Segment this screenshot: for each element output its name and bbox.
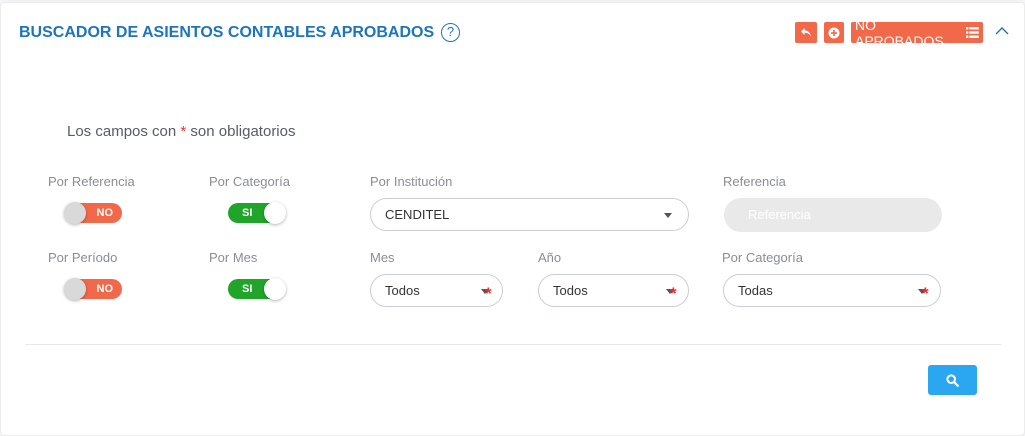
mes-select[interactable]: Todos * <box>370 274 503 307</box>
institucion-select[interactable]: CENDITEL <box>370 198 689 231</box>
anio-label: Año <box>538 250 562 265</box>
mes-value: Todos <box>385 283 420 298</box>
por-categoria-label: Por Categoría <box>209 174 290 189</box>
search-card: BUSCADOR DE ASIENTOS CONTABLES APROBADOS… <box>0 2 1025 436</box>
referencia-input: Referencia <box>724 198 942 232</box>
back-button[interactable] <box>795 22 817 43</box>
por-institucion-label: Por Institución <box>370 174 453 189</box>
por-referencia-label: Por Referencia <box>48 174 135 189</box>
required-note: Los campos con * son obligatorios <box>67 123 296 140</box>
page-title: BUSCADOR DE ASIENTOS CONTABLES APROBADOS <box>19 24 435 41</box>
referencia-label: Referencia <box>723 174 786 189</box>
required-star: * <box>670 284 677 303</box>
por-mes-label: Por Mes <box>209 250 258 265</box>
categoria-select-label: Por Categoría <box>722 250 803 265</box>
no-aprobados-button[interactable]: NO APROBADOS <box>851 17 983 49</box>
no-aprobados-label: NO APROBADOS <box>855 16 944 49</box>
plus-circle-icon <box>828 27 840 38</box>
chevron-up-icon[interactable] <box>994 25 1010 37</box>
list-icon <box>966 27 979 38</box>
help-icon[interactable]: ? <box>441 23 460 42</box>
caret-down-icon <box>664 213 672 218</box>
anio-value: Todos <box>553 283 588 298</box>
add-button[interactable] <box>824 22 844 43</box>
por-referencia-toggle[interactable]: NO <box>64 202 122 224</box>
categoria-select[interactable]: Todas * <box>723 274 941 307</box>
search-icon <box>946 373 959 387</box>
por-categoria-toggle[interactable]: SI <box>228 202 286 224</box>
search-button[interactable] <box>928 365 977 395</box>
divider <box>25 344 1001 345</box>
required-star: * <box>485 284 492 303</box>
required-star: * <box>922 284 929 303</box>
anio-select[interactable]: Todos * <box>538 274 689 307</box>
categoria-value: Todas <box>738 283 773 298</box>
por-periodo-toggle[interactable]: NO <box>64 278 122 300</box>
institucion-value: CENDITEL <box>385 207 450 222</box>
por-periodo-label: Por Período <box>48 250 118 265</box>
por-mes-toggle[interactable]: SI <box>228 278 286 300</box>
undo-icon <box>801 28 811 37</box>
mes-label: Mes <box>370 250 395 265</box>
